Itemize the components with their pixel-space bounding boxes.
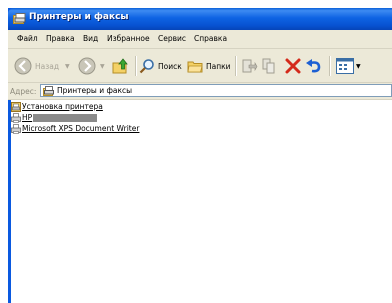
menu-help[interactable]: Справка: [194, 34, 227, 43]
address-bar: Адрес: Принтеры и факсы: [8, 83, 392, 100]
menu-edit[interactable]: Правка: [46, 34, 75, 43]
menu-favorites[interactable]: Избранное: [107, 34, 150, 43]
move-to-icon: [242, 59, 258, 73]
list-item-add-printer[interactable]: Установка принтера: [11, 101, 103, 112]
folders-icon: [187, 61, 203, 73]
item-label: Установка принтера: [22, 102, 103, 111]
title-bar[interactable]: Принтеры и факсы: [8, 8, 392, 30]
forward-dropdown-icon[interactable]: ▼: [100, 63, 105, 70]
list-item-xps-writer[interactable]: Microsoft XPS Document Writer: [11, 123, 139, 134]
menu-view[interactable]: Вид: [83, 34, 98, 43]
copy-to-button[interactable]: [261, 55, 279, 77]
toolbar-separator: [135, 56, 137, 76]
copy-to-icon: [262, 58, 275, 74]
delete-button[interactable]: [284, 55, 302, 77]
views-dropdown-icon[interactable]: ▼: [356, 63, 361, 70]
toolbar-separator: [235, 56, 237, 76]
menu-bar: Файл Правка Вид Избранное Сервис Справка: [8, 30, 392, 49]
printer-icon: [11, 112, 21, 123]
search-icon: [139, 59, 154, 74]
move-to-button[interactable]: [240, 55, 258, 77]
menu-tools[interactable]: Сервис: [158, 34, 186, 43]
printers-folder-icon: [43, 86, 54, 96]
item-label: HP: [22, 113, 33, 122]
undo-button[interactable]: [305, 55, 323, 77]
item-label: Microsoft XPS Document Writer: [22, 124, 140, 133]
delete-icon: [285, 58, 301, 74]
folders-label: Папки: [206, 61, 231, 71]
up-button[interactable]: [112, 55, 130, 77]
folder-up-icon: [112, 58, 128, 74]
undo-icon: [306, 59, 321, 73]
views-button[interactable]: ▼: [336, 55, 361, 77]
toolbar-separator: [329, 56, 331, 76]
forward-button[interactable]: ▼: [78, 55, 105, 77]
search-button[interactable]: Поиск: [139, 55, 182, 77]
address-label: Адрес:: [10, 87, 37, 96]
redacted-text: [33, 113, 98, 122]
folders-button[interactable]: Папки: [187, 55, 231, 77]
address-value: Принтеры и факсы: [57, 86, 133, 95]
toolbar: Назад ▼ ▼ Поиск Папки ▼: [8, 49, 392, 83]
forward-arrow-icon: [78, 57, 96, 75]
printer-icon: [11, 123, 21, 134]
back-dropdown-icon[interactable]: ▼: [65, 63, 70, 70]
back-label: Назад: [35, 61, 60, 71]
menu-file[interactable]: Файл: [17, 34, 38, 43]
back-arrow-icon: [14, 57, 32, 75]
add-printer-icon: [11, 101, 21, 112]
address-field[interactable]: Принтеры и факсы: [40, 84, 392, 97]
views-icon: [336, 58, 354, 74]
back-button[interactable]: Назад ▼: [14, 55, 70, 77]
search-label: Поиск: [158, 61, 182, 71]
list-item-printer-hp[interactable]: HP: [11, 112, 98, 123]
file-list: Установка принтера HP Microsoft XPS Docu…: [11, 100, 392, 303]
window-title: Принтеры и факсы: [29, 12, 129, 22]
explorer-window: Принтеры и факсы Файл Правка Вид Избранн…: [8, 8, 392, 303]
printers-folder-icon: [13, 13, 26, 24]
